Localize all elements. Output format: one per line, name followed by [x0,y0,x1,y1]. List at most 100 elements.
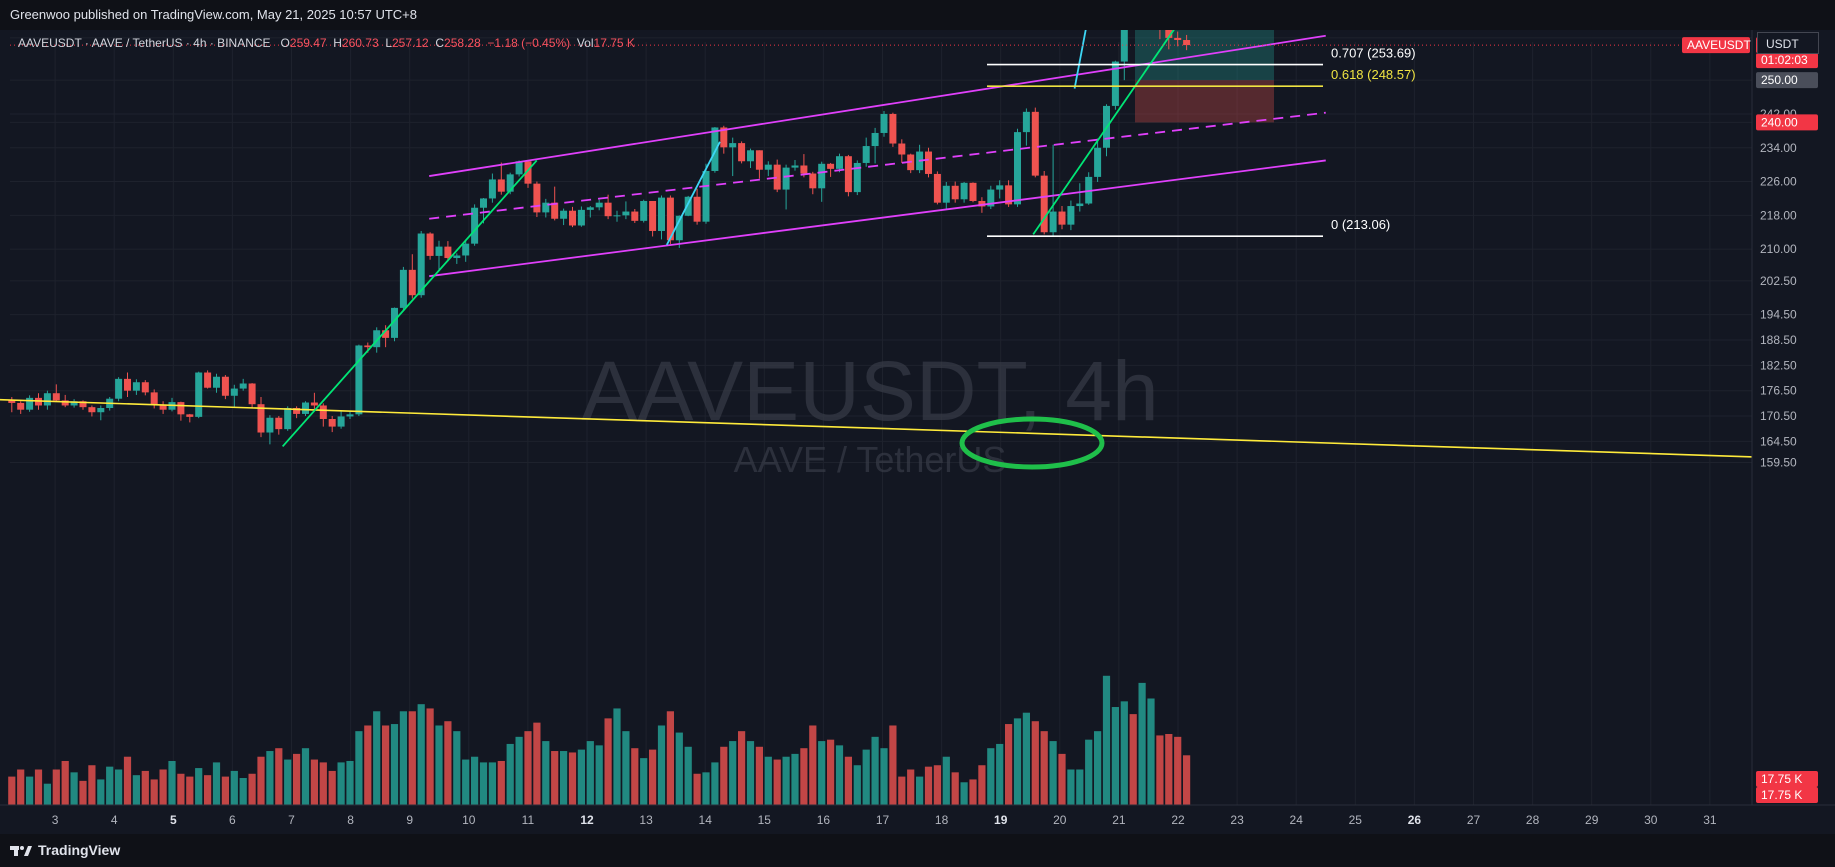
candle-body [275,417,283,430]
time-axis-tick: 20 [1053,813,1067,827]
volume-bar [150,779,158,805]
volume-bar [631,748,639,805]
volume-bar [640,758,648,805]
volume-bar [1067,769,1075,805]
volume-bar [622,731,630,805]
candle-body [658,197,665,231]
volume-bar [8,776,16,805]
open-value: 259.47 [289,36,327,50]
candle-body [898,143,906,155]
candle-body [613,215,621,217]
volume-bar [568,752,577,805]
candle-body [43,393,51,406]
candle-body [248,383,256,405]
symbol-info: AAVEUSDT · AAVE / TetherUS · 4h · BINANC… [18,36,271,50]
close-value: 258.28 [444,36,481,50]
volume-bar [479,762,488,805]
time-axis-tick: 21 [1112,813,1126,827]
volume-bar [853,765,861,805]
candle-body [52,393,60,401]
volume-bar [1076,769,1084,805]
volume-bar [248,773,256,805]
volume-bar [960,782,968,805]
candle-body [729,143,737,148]
candle-body [1058,211,1066,225]
candle [195,371,203,419]
tradingview-logo[interactable]: TradingView [10,834,120,867]
candle-body [26,397,34,410]
price-badge-countdown: 01:02:03 [1761,53,1808,67]
volume-bar [666,711,674,805]
candle-body [827,163,835,169]
volume-bar [471,756,479,805]
volume-bar [1031,721,1039,805]
currency-button[interactable]: USDT [1757,32,1819,54]
volume-bar [239,778,247,805]
volume-bar [1138,682,1146,805]
volume-bar [729,741,737,805]
candle-body [969,182,977,201]
price-chart[interactable]: AAVEUSDT, 4hAAVE / TetherUS1.618 (306.05… [0,30,1835,834]
volume-bar [221,776,229,805]
volume-bar [373,711,381,805]
volume-bar [408,711,416,805]
candle-body [755,150,763,170]
time-axis-tick: 8 [347,813,354,827]
volume-bar [951,772,959,805]
candle-body [1174,37,1182,41]
volume-bar [907,769,915,805]
volume-bar [230,770,238,805]
time-axis-tick: 27 [1467,813,1481,827]
candle-body [17,402,25,410]
high-value: 260.73 [341,36,379,50]
candle [880,110,888,137]
volume-bar [657,725,666,805]
volume-bar [969,779,977,805]
candle-body [933,173,941,203]
candle-body [426,233,434,256]
volume-bar [26,776,34,805]
volume-bar [1156,735,1164,805]
candle-body [551,202,559,219]
candle-body [586,207,594,210]
volume-bar [1147,698,1155,805]
candle-body [631,211,639,221]
candle [204,370,212,389]
tradingview-logo-icon [10,845,32,856]
candle-body [960,182,968,200]
candle [426,232,434,260]
volume-bar [34,769,43,805]
candle-body [444,246,452,259]
volume-bar [453,731,461,805]
volume-bar [1183,755,1191,805]
volume-bar [1111,707,1119,805]
time-axis-tick: 18 [935,813,949,827]
footer-bar: TradingView [0,834,1835,867]
price-axis-tick: 194.50 [1760,308,1797,322]
candle [248,383,256,408]
volume-bar [942,756,950,805]
candle-body [284,408,292,430]
candle-body [328,418,336,427]
volume-bar [800,748,808,805]
watermark-name: AAVE / TetherUS [734,439,1007,480]
candle-body [818,163,826,189]
price-axis-tick: 202.50 [1760,274,1797,288]
price-axis-tick: 210.00 [1760,242,1797,256]
time-axis-tick: 3 [52,813,59,827]
high-label: H [333,36,342,50]
volume-bar [880,748,888,805]
volume-bar [115,769,123,805]
volume-bar [1102,675,1111,805]
time-axis-tick: 16 [817,813,831,827]
time-axis-tick: 14 [699,813,713,827]
volume-bar [1174,736,1182,805]
candle-body [1014,132,1021,205]
volume-badge-1: 17.75 K [1761,772,1802,786]
candle [969,182,977,203]
volume-bar [862,749,870,805]
volume-bar [328,770,336,805]
volume-bar [1040,731,1048,805]
volume-bar [746,741,755,805]
volume-bar [275,748,283,805]
